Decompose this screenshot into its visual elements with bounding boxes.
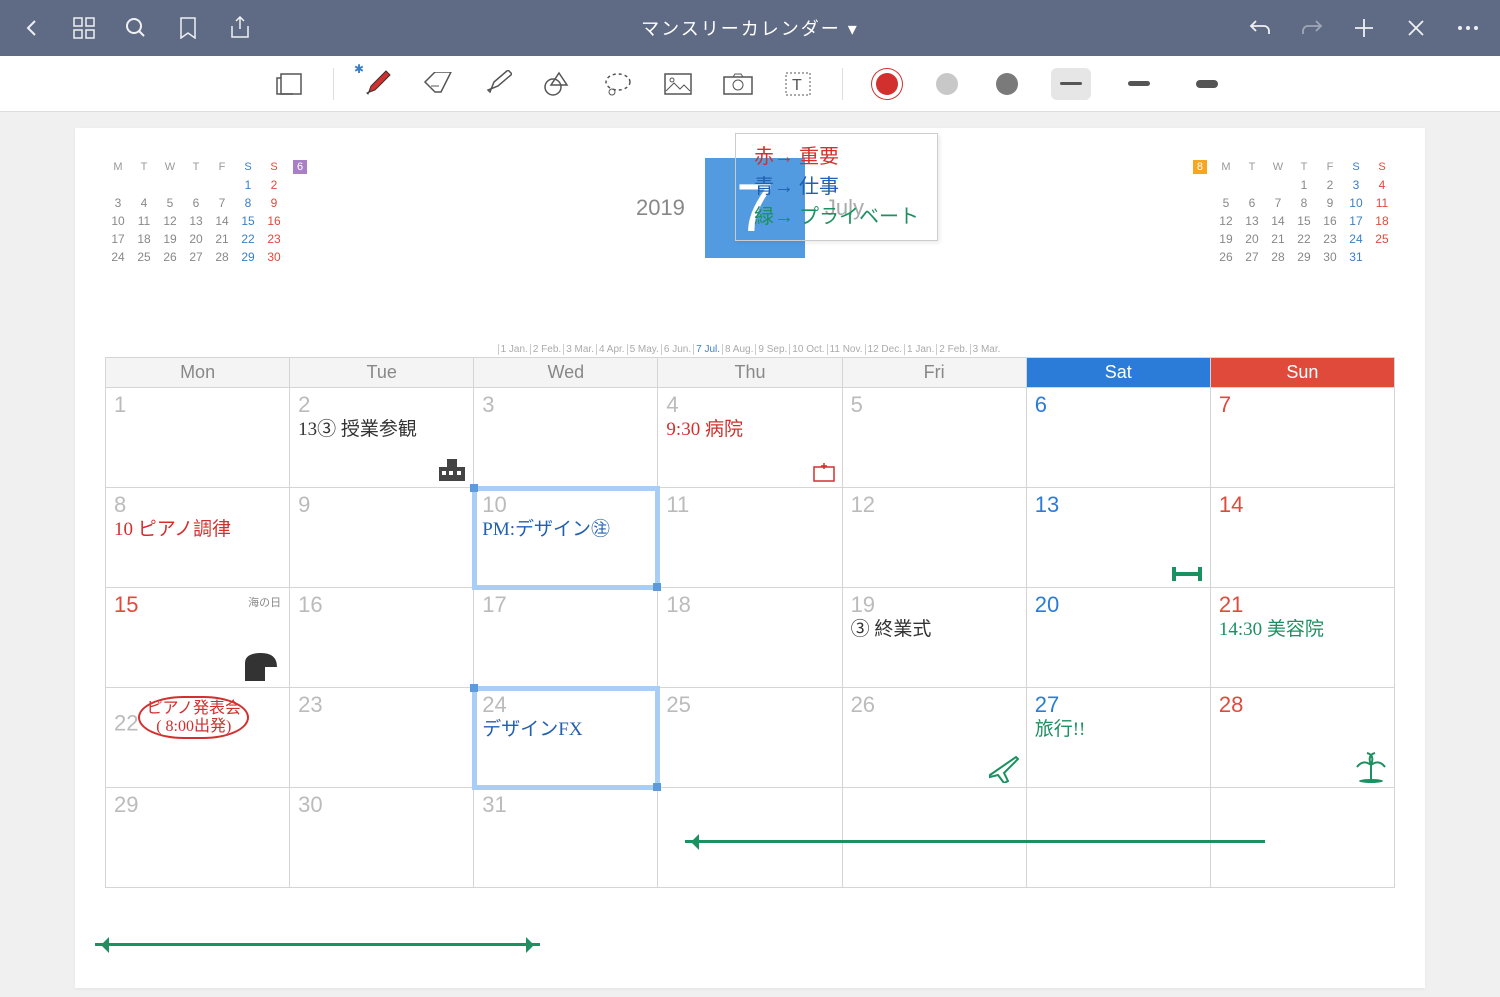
trip-arrow-2	[95, 943, 540, 946]
day-cell[interactable]: 11	[658, 488, 842, 588]
text-tool-icon[interactable]: T	[782, 68, 814, 100]
day-cell[interactable]: 26	[842, 688, 1026, 788]
color-red[interactable]	[871, 68, 903, 100]
day-cell[interactable]: 10PM:デザイン㊟	[474, 488, 658, 588]
color-gray-light[interactable]	[931, 68, 963, 100]
search-icon[interactable]	[124, 16, 148, 40]
plus-icon[interactable]	[1352, 16, 1376, 40]
trip-arrow-1	[685, 840, 1265, 843]
back-icon[interactable]	[20, 16, 44, 40]
day-cell[interactable]: 31	[474, 788, 658, 888]
thickness-1[interactable]	[1051, 68, 1091, 100]
share-icon[interactable]	[228, 16, 252, 40]
day-cell[interactable]: 25	[658, 688, 842, 788]
day-cell[interactable]: 22ピアノ発表会( 8:00出発)	[106, 688, 290, 788]
more-icon[interactable]	[1456, 16, 1480, 40]
image-tool-icon[interactable]	[662, 68, 694, 100]
day-cell[interactable]: 24デザインFX	[474, 688, 658, 788]
mini-calendar-prev[interactable]: MTWTFSS612345678910111213141516171819202…	[105, 158, 313, 266]
shapes-tool-icon[interactable]	[542, 68, 574, 100]
day-cell[interactable]: 18	[658, 588, 842, 688]
color-legend: 赤→ 重要 青→ 仕事 緑→ プライベート	[735, 133, 938, 241]
day-cell[interactable]: 2114:30 美容院	[1210, 588, 1394, 688]
day-cell[interactable]: 16	[290, 588, 474, 688]
day-cell[interactable]: 14	[1210, 488, 1394, 588]
highlighter-tool-icon[interactable]	[482, 68, 514, 100]
day-cell[interactable]: 23	[290, 688, 474, 788]
day-cell[interactable]: 20	[1026, 588, 1210, 688]
year-label: 2019	[636, 195, 685, 221]
grid-icon[interactable]	[72, 16, 96, 40]
lasso-tool-icon[interactable]	[602, 68, 634, 100]
undo-icon[interactable]	[1248, 16, 1272, 40]
mini-calendar-next[interactable]: 8MTWTFSS12345678910111213141516171819202…	[1187, 158, 1395, 266]
day-cell[interactable]: 13	[1026, 488, 1210, 588]
legend-red: 赤→ 重要	[754, 142, 919, 172]
svg-text:T: T	[792, 77, 802, 94]
close-icon[interactable]	[1404, 16, 1428, 40]
day-cell[interactable]: 17	[474, 588, 658, 688]
bookmark-icon[interactable]	[176, 16, 200, 40]
pen-tool-icon[interactable]: ✱	[362, 68, 394, 100]
day-cell[interactable]: 28	[1210, 688, 1394, 788]
page-title[interactable]: マンスリーカレンダー ▾	[252, 15, 1248, 41]
color-gray-dark[interactable]	[991, 68, 1023, 100]
day-cell[interactable]: 213③ 授業参観	[290, 388, 474, 488]
eraser-tool-icon[interactable]	[422, 68, 454, 100]
divider	[333, 68, 334, 100]
topbar: マンスリーカレンダー ▾	[0, 0, 1500, 56]
topbar-right	[1248, 16, 1480, 40]
day-cell[interactable]: 3	[474, 388, 658, 488]
day-cell[interactable]: 29	[106, 788, 290, 888]
day-cell[interactable]	[1210, 788, 1394, 888]
day-cell[interactable]: 810 ピアノ調律	[106, 488, 290, 588]
toolbar: ✱ T	[0, 56, 1500, 112]
main-calendar[interactable]: MonTueWedThuFriSatSun 1213③ 授業参観349:30 病…	[105, 357, 1395, 888]
day-cell[interactable]: 49:30 病院	[658, 388, 842, 488]
day-cell[interactable]: 6	[1026, 388, 1210, 488]
redo-icon[interactable]	[1300, 16, 1324, 40]
day-cell[interactable]: 12	[842, 488, 1026, 588]
day-cell[interactable]: 9	[290, 488, 474, 588]
day-cell[interactable]: 1	[106, 388, 290, 488]
legend-green: 緑→ プライベート	[754, 202, 919, 232]
thickness-2[interactable]	[1119, 68, 1159, 100]
day-cell[interactable]	[842, 788, 1026, 888]
day-cell[interactable]: 7	[1210, 388, 1394, 488]
day-cell[interactable]: 19③ 終業式	[842, 588, 1026, 688]
thickness-3[interactable]	[1187, 68, 1227, 100]
divider	[842, 68, 843, 100]
day-cell[interactable]: 30	[290, 788, 474, 888]
topbar-left	[20, 16, 252, 40]
day-cell[interactable]: 5	[842, 388, 1026, 488]
day-cell[interactable]	[1026, 788, 1210, 888]
legend-blue: 青→ 仕事	[754, 172, 919, 202]
day-cell[interactable]: 27旅行!!	[1026, 688, 1210, 788]
page-tool-icon[interactable]	[273, 68, 305, 100]
month-strip[interactable]: 1 Jan.2 Feb.3 Mar.4 Apr.5 May.6 Jun.7 Ju…	[105, 344, 1395, 355]
day-cell[interactable]: 15海の日	[106, 588, 290, 688]
calendar-page: MTWTFSS612345678910111213141516171819202…	[75, 128, 1425, 988]
camera-tool-icon[interactable]	[722, 68, 754, 100]
